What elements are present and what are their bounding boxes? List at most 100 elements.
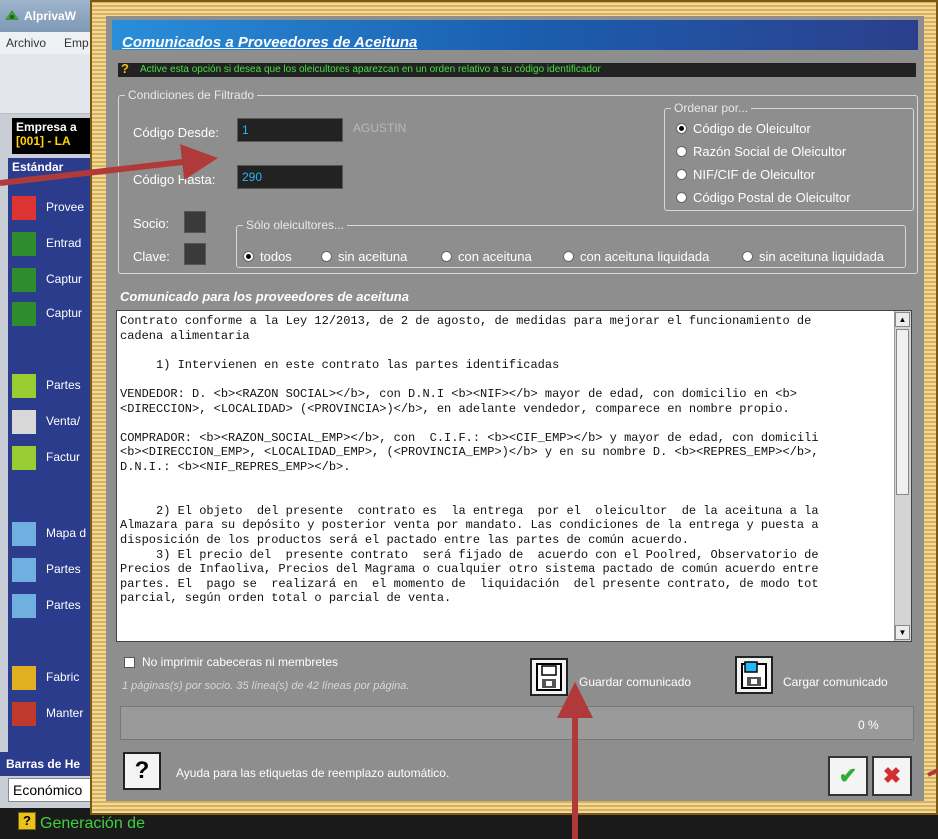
order-option-3[interactable]: Código Postal de Oleicultor — [676, 190, 851, 205]
comunicado-text[interactable]: Contrato conforme a la Ley 12/2013, de 2… — [120, 314, 894, 638]
bars-icon — [12, 594, 36, 618]
solo-option-2[interactable]: con aceituna — [441, 249, 532, 264]
dialog-title: Comunicados a Proveedores de Aceituna — [122, 34, 418, 51]
jar-icon — [12, 374, 36, 398]
company-label: Empresa a — [16, 120, 77, 134]
sidebar-item-5[interactable]: Venta/ — [10, 404, 100, 438]
order-option-label: NIF/CIF de Oleicultor — [693, 167, 816, 182]
codigo-hasta-input[interactable]: 290 — [237, 165, 343, 189]
sidebar-item-label: Captur — [46, 306, 83, 320]
sidebar-item-label: Partes — [46, 378, 81, 392]
solo-option-1[interactable]: sin aceituna — [321, 249, 407, 264]
scroll-up-icon[interactable]: ▲ — [895, 312, 910, 327]
guardar-comunicado-button[interactable] — [530, 658, 568, 696]
order-option-label: Razón Social de Oleicultor — [693, 144, 847, 159]
sidebar-item-7[interactable]: Mapa d — [10, 516, 100, 550]
bars-icon — [12, 522, 36, 546]
solo-option-label: sin aceituna liquidada — [759, 249, 885, 264]
menu-empresa[interactable]: Emp — [64, 36, 89, 50]
economico-select[interactable]: Económico — [8, 778, 100, 802]
order-option-label: Código Postal de Oleicultor — [693, 190, 851, 205]
help-icon: ? — [18, 812, 36, 830]
sidebar-item-label: Manter — [46, 706, 84, 720]
order-option-label: Código de Oleicultor — [693, 121, 811, 136]
bars-icon — [12, 558, 36, 582]
sidebar-item-2[interactable]: Captur — [10, 262, 100, 296]
radio-icon[interactable] — [676, 192, 687, 203]
scroll-down-icon[interactable]: ▼ — [895, 625, 910, 640]
cargar-comunicado-button[interactable] — [735, 656, 773, 694]
socio-field[interactable] — [184, 211, 206, 233]
solo-option-3[interactable]: con aceituna liquidada — [563, 249, 709, 264]
save-floppy-icon — [536, 663, 562, 691]
arrow-icon — [12, 196, 36, 220]
radio-icon[interactable] — [676, 146, 687, 157]
radio-icon[interactable] — [243, 251, 254, 262]
sidebar-header: Estándar — [12, 160, 64, 174]
sidebar-item-label: Venta/ — [46, 414, 81, 428]
solo-option-0[interactable]: todos — [243, 249, 292, 264]
order-option-1[interactable]: Razón Social de Oleicultor — [676, 144, 846, 159]
solo-option-label: con aceituna liquidada — [580, 249, 710, 264]
hint-text: Active esta opción si desea que los olei… — [140, 64, 601, 75]
order-legend: Ordenar por... — [674, 101, 749, 115]
sidebar-item-8[interactable]: Partes — [10, 552, 100, 586]
sidebar-item-label: Partes — [46, 598, 81, 612]
sidebar-item-11[interactable]: Manter — [10, 696, 100, 730]
background-menubar: Archivo Emp — [0, 32, 100, 54]
sidebar-item-9[interactable]: Partes — [10, 588, 100, 622]
comunicado-title: Comunicado para los proveedores de aceit… — [120, 289, 409, 304]
no-imprimir-checkbox[interactable] — [124, 657, 135, 668]
sidebar-item-label: Factur — [46, 450, 81, 464]
load-floppy-icon — [741, 661, 767, 689]
help-button[interactable]: ? — [123, 752, 161, 790]
olive-branch-icon — [12, 232, 36, 256]
radio-icon[interactable] — [563, 251, 574, 262]
radio-icon[interactable] — [742, 251, 753, 262]
sidebar-item-1[interactable]: Entrad — [10, 226, 100, 260]
codigo-desde-name: AGUSTIN — [353, 121, 407, 135]
solo-option-label: sin aceituna — [338, 249, 408, 264]
sidebar-item-3[interactable]: Captur — [10, 296, 100, 330]
codigo-desde-label: Código Desde: — [133, 125, 219, 140]
sidebar-item-4[interactable]: Partes — [10, 368, 100, 402]
clave-field[interactable] — [184, 243, 206, 265]
solo-option-label: con aceituna — [458, 249, 532, 264]
guardar-label[interactable]: Guardar comunicado — [579, 675, 691, 689]
scroll-thumb[interactable] — [896, 329, 909, 495]
solo-option-label: todos — [260, 249, 292, 264]
sidebar-item-0[interactable]: Provee — [10, 190, 100, 224]
sidebar-item-label: Captur — [46, 272, 83, 286]
socio-label: Socio: — [133, 216, 170, 231]
sidebar-item-10[interactable]: Fabric — [10, 660, 100, 694]
radio-icon[interactable] — [676, 123, 687, 134]
maintenance-icon — [12, 702, 36, 726]
filter-legend: Condiciones de Filtrado — [128, 88, 255, 102]
sidebar-item-6[interactable]: Factur — [10, 440, 100, 474]
barras-header: Barras de He — [0, 752, 100, 776]
radio-icon[interactable] — [321, 251, 332, 262]
app-logo-icon — [5, 10, 19, 20]
menu-archivo[interactable]: Archivo — [6, 36, 46, 50]
background-toolbar — [0, 54, 100, 114]
olive-branch-icon — [12, 268, 36, 292]
sidebar-item-label: Partes — [46, 562, 81, 576]
codigo-desde-input[interactable]: 1 — [237, 118, 343, 142]
cargar-label[interactable]: Cargar comunicado — [783, 675, 888, 689]
order-option-2[interactable]: NIF/CIF de Oleicultor — [676, 167, 815, 182]
olive-branch-icon — [12, 302, 36, 326]
solo-legend: Sólo oleicultores... — [246, 218, 345, 232]
cancel-button[interactable]: ✖ — [872, 756, 912, 796]
accept-button[interactable]: ✔ — [828, 756, 868, 796]
status-text: Generación de — [40, 815, 145, 832]
solo-option-4[interactable]: sin aceituna liquidada — [742, 249, 884, 264]
radio-icon[interactable] — [441, 251, 452, 262]
sidebar-item-label: Entrad — [46, 236, 82, 250]
hint-question-icon: ? — [121, 61, 129, 76]
no-imprimir-label[interactable]: No imprimir cabeceras ni membretes — [142, 655, 338, 669]
help-label: Ayuda para las etiquetas de reemplazo au… — [176, 766, 450, 780]
radio-icon[interactable] — [676, 169, 687, 180]
order-option-0[interactable]: Código de Oleicultor — [676, 121, 811, 136]
jar-icon — [12, 446, 36, 470]
sidebar-item-label: Mapa d — [46, 526, 87, 540]
